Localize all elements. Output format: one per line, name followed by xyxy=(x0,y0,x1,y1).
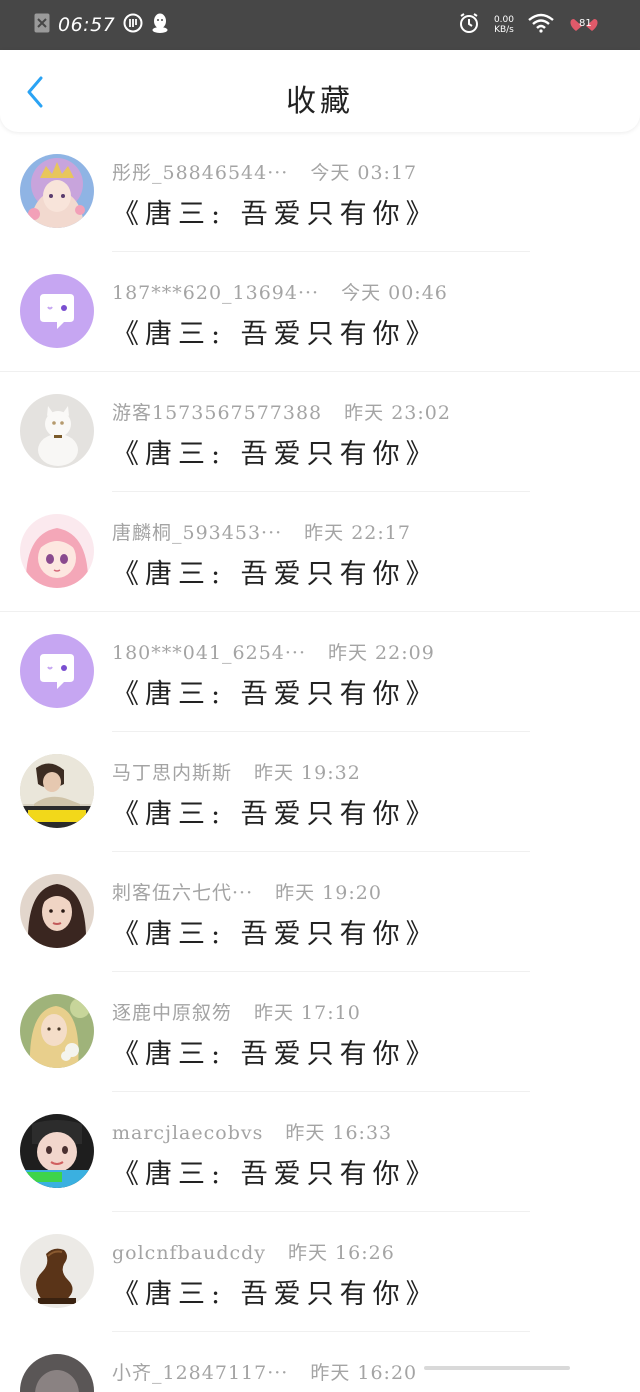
list-item[interactable]: 游客1573567577388 昨天 23:02 《唐三: 吾爱只有你》 xyxy=(0,372,640,492)
net-speed-unit: KB/s xyxy=(494,25,514,35)
user-name: golcnfbaudcdy xyxy=(112,1242,267,1264)
list-item[interactable]: 180***041_6254··· 昨天 22:09 《唐三: 吾爱只有你》 xyxy=(0,612,640,732)
avatar[interactable] xyxy=(20,514,94,588)
item-meta: 唐麟桐_593453··· 昨天 22:17 xyxy=(112,518,411,545)
user-name: 马丁思内斯斯 xyxy=(112,762,233,784)
status-right: 0.00 KB/s 81 xyxy=(458,10,600,40)
item-message: 《唐三: 吾爱只有你》 xyxy=(112,559,439,590)
item-message: 《唐三: 吾爱只有你》 xyxy=(112,679,439,710)
header: 收藏 xyxy=(0,50,640,132)
avatar[interactable] xyxy=(20,994,94,1068)
item-message: 《唐三: 吾爱只有你》 xyxy=(112,1039,439,1070)
avatar[interactable] xyxy=(20,274,94,348)
battery-level: 81 xyxy=(579,18,592,29)
timestamp: 昨天 17:10 xyxy=(254,1002,361,1024)
timestamp: 昨天 16:20 xyxy=(310,1362,418,1384)
item-meta: 刺客伍六七代··· 昨天 19:20 xyxy=(112,878,382,905)
timestamp: 昨天 16:26 xyxy=(288,1242,395,1264)
qq-penguin-icon xyxy=(151,12,169,38)
avatar[interactable] xyxy=(20,1354,94,1392)
net-speed-value: 0.00 xyxy=(493,15,514,25)
battery-icon: 81 xyxy=(568,16,600,34)
item-meta: 马丁思内斯斯 昨天 19:32 xyxy=(112,758,361,785)
timestamp: 昨天 22:09 xyxy=(328,642,435,664)
avatar[interactable] xyxy=(20,874,94,948)
user-name: 逐鹿中原叙笏 xyxy=(112,1002,233,1024)
user-name: 小齐_12847117··· xyxy=(112,1362,289,1384)
status-left: 06:57 xyxy=(34,12,169,38)
item-message: 《唐三: 吾爱只有你》 xyxy=(112,799,439,830)
scroll-indicator[interactable] xyxy=(424,1366,570,1370)
user-name: 刺客伍六七代··· xyxy=(112,882,254,904)
timestamp: 昨天 22:17 xyxy=(304,522,411,544)
user-name: 彤彤_58846544··· xyxy=(112,162,289,184)
item-meta: 逐鹿中原叙笏 昨天 17:10 xyxy=(112,998,361,1025)
item-message: 《唐三: 吾爱只有你》 xyxy=(112,319,439,350)
list-item[interactable]: 187***620_13694··· 今天 00:46 《唐三: 吾爱只有你》 xyxy=(0,252,640,372)
list-item[interactable]: marcjlaecobvs 昨天 16:33 《唐三: 吾爱只有你》 xyxy=(0,1092,640,1212)
list-item[interactable]: 小齐_12847117··· 昨天 16:20 xyxy=(0,1332,640,1392)
timestamp: 昨天 16:33 xyxy=(285,1122,393,1144)
status-bar: 06:57 0.00 KB/s 81 xyxy=(0,0,640,50)
avatar[interactable] xyxy=(20,634,94,708)
timestamp: 昨天 19:20 xyxy=(275,882,382,904)
item-meta: 180***041_6254··· 昨天 22:09 xyxy=(112,638,435,665)
avatar[interactable] xyxy=(20,754,94,828)
status-time: 06:57 xyxy=(58,14,116,36)
item-message: 《唐三: 吾爱只有你》 xyxy=(112,199,439,230)
item-message: 《唐三: 吾爱只有你》 xyxy=(112,919,439,950)
avatar[interactable] xyxy=(20,1234,94,1308)
timestamp: 昨天 23:02 xyxy=(344,402,451,424)
avatar[interactable] xyxy=(20,1114,94,1188)
favorites-list: 彤彤_58846544··· 今天 03:17 《唐三: 吾爱只有你》 187**… xyxy=(0,132,640,1392)
list-item[interactable]: 逐鹿中原叙笏 昨天 17:10 《唐三: 吾爱只有你》 xyxy=(0,972,640,1092)
item-message: 《唐三: 吾爱只有你》 xyxy=(112,1159,439,1190)
item-meta: 游客1573567577388 昨天 23:02 xyxy=(112,398,451,425)
translate-icon xyxy=(123,13,143,37)
page-title: 收藏 xyxy=(286,84,354,119)
item-message: 《唐三: 吾爱只有你》 xyxy=(112,1279,439,1310)
list-item[interactable]: 刺客伍六七代··· 昨天 19:20 《唐三: 吾爱只有你》 xyxy=(0,852,640,972)
item-meta: 彤彤_58846544··· 今天 03:17 xyxy=(112,158,417,185)
item-message: 《唐三: 吾爱只有你》 xyxy=(112,439,439,470)
item-meta: golcnfbaudcdy 昨天 16:26 xyxy=(112,1238,395,1265)
list-item[interactable]: golcnfbaudcdy 昨天 16:26 《唐三: 吾爱只有你》 xyxy=(0,1212,640,1332)
user-name: 唐麟桐_593453··· xyxy=(112,522,283,544)
avatar[interactable] xyxy=(20,394,94,468)
alarm-icon xyxy=(458,12,480,38)
list-item[interactable]: 唐麟桐_593453··· 昨天 22:17 《唐三: 吾爱只有你》 xyxy=(0,492,640,612)
timestamp: 今天 03:17 xyxy=(310,162,418,184)
item-meta: marcjlaecobvs 昨天 16:33 xyxy=(112,1118,392,1145)
user-name: 180***041_6254··· xyxy=(112,642,307,664)
list-item[interactable]: 彤彤_58846544··· 今天 03:17 《唐三: 吾爱只有你》 xyxy=(0,132,640,252)
avatar[interactable] xyxy=(20,154,94,228)
timestamp: 今天 00:46 xyxy=(341,282,448,304)
timestamp: 昨天 19:32 xyxy=(254,762,361,784)
close-box-icon xyxy=(34,13,50,37)
list-item[interactable]: 马丁思内斯斯 昨天 19:32 《唐三: 吾爱只有你》 xyxy=(0,732,640,852)
wifi-icon xyxy=(528,13,554,37)
net-speed: 0.00 KB/s xyxy=(494,15,514,35)
user-name: 187***620_13694··· xyxy=(112,282,320,304)
user-name: 游客1573567577388 xyxy=(112,402,323,424)
item-meta: 187***620_13694··· 今天 00:46 xyxy=(112,278,448,305)
user-name: marcjlaecobvs xyxy=(112,1122,264,1144)
